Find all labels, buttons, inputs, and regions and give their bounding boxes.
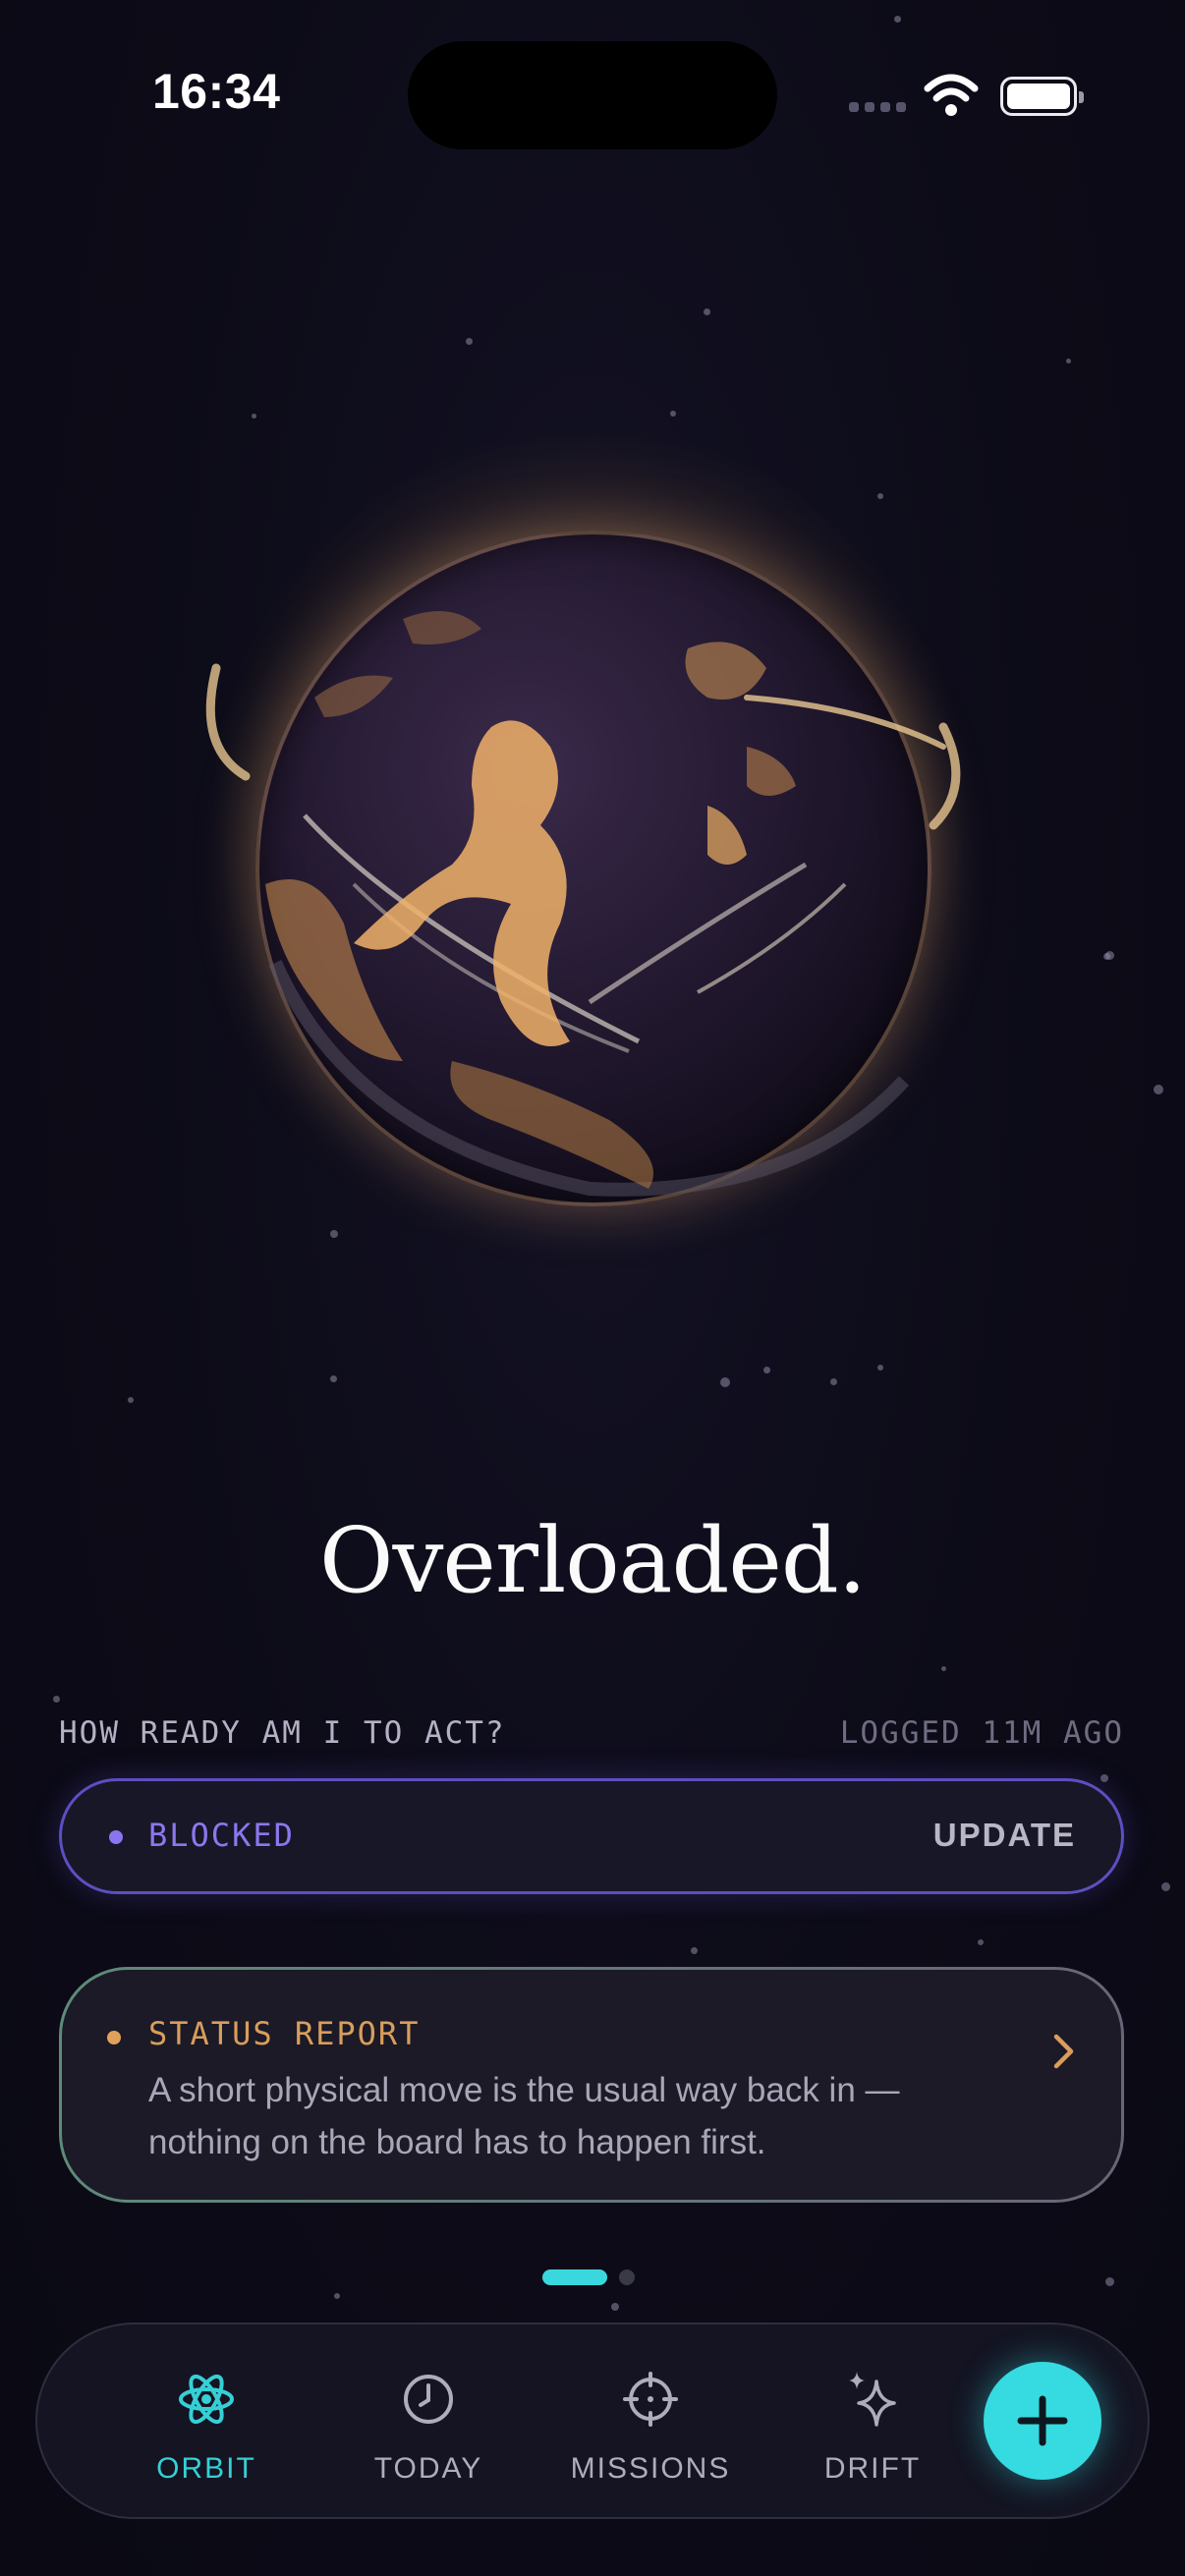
cellular-signal-icon — [849, 102, 906, 112]
clock-icon — [404, 2375, 453, 2424]
plus-icon — [1017, 2395, 1068, 2446]
add-button[interactable] — [984, 2362, 1101, 2480]
status-report-title: STATUS REPORT — [148, 2015, 421, 2052]
report-dot-icon — [107, 2031, 121, 2044]
sparkle-icon — [849, 2372, 896, 2427]
wifi-icon — [924, 74, 979, 116]
readiness-question: HOW READY AM I TO ACT? — [59, 1715, 506, 1751]
status-bar: 16:34 — [0, 0, 1185, 187]
tab-bar: ORBIT TODAY MISSIONS DRIFT — [35, 2323, 1150, 2519]
tab-label: MISSIONS — [570, 2452, 731, 2485]
tab-orbit[interactable]: ORBIT — [108, 2368, 305, 2486]
tab-label: DRIFT — [823, 2452, 922, 2485]
state-dot-icon — [109, 1830, 123, 1844]
page-dot-active[interactable] — [542, 2269, 607, 2285]
tab-today[interactable]: TODAY — [330, 2368, 527, 2486]
atom-icon — [179, 2374, 234, 2425]
readiness-state-pill[interactable]: BLOCKED UPDATE — [59, 1778, 1124, 1894]
tab-label: TODAY — [373, 2452, 483, 2485]
battery-icon — [1000, 77, 1084, 116]
tab-missions[interactable]: MISSIONS — [552, 2368, 749, 2486]
status-report-card[interactable]: STATUS REPORT A short physical move is t… — [59, 1967, 1124, 2203]
page-dot[interactable] — [619, 2269, 635, 2285]
status-time: 16:34 — [152, 64, 281, 119]
page-indicator[interactable] — [542, 2269, 635, 2285]
logged-timestamp: LOGGED 11M AGO — [839, 1715, 1124, 1751]
readiness-state: BLOCKED — [148, 1817, 295, 1854]
dynamic-island — [408, 41, 777, 149]
status-report-body: A short physical move is the usual way b… — [148, 2071, 900, 2161]
tab-drift[interactable]: DRIFT — [774, 2368, 971, 2486]
orbit-planet — [157, 373, 1022, 1238]
mood-headline: Overloaded. — [319, 1508, 867, 1613]
update-button[interactable]: UPDATE — [933, 1817, 1076, 1854]
tab-label: ORBIT — [156, 2452, 256, 2485]
crosshair-icon — [623, 2372, 678, 2427]
chevron-right-icon — [1053, 2034, 1074, 2069]
